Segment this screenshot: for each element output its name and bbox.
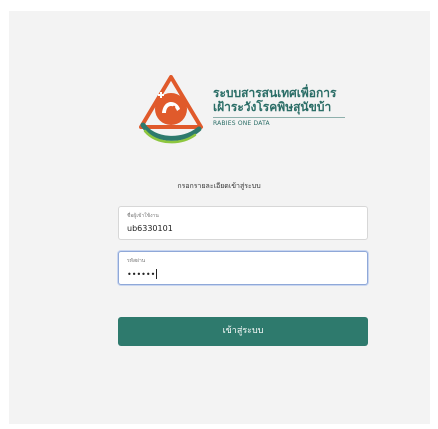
password-field[interactable]: รหัสผ่าน •••••• bbox=[118, 251, 368, 285]
text-caret bbox=[156, 269, 158, 279]
brand-title-line2: เฝ้าระวังโรคพิษสุนัขบ้า bbox=[213, 100, 332, 114]
brand-block: ระบบสารสนเทศเพื่อการ เฝ้าระวังโรคพิษสุนั… bbox=[213, 86, 363, 127]
password-label: รหัสผ่าน bbox=[127, 258, 146, 264]
username-value[interactable]: ub6330101 bbox=[127, 224, 173, 233]
form-heading: กรอกรายละเอียดเข้าสู่ระบบ bbox=[177, 182, 261, 190]
brand-divider bbox=[213, 117, 345, 118]
username-label: ชื่อผู้เข้าใช้งาน bbox=[127, 213, 159, 219]
username-field[interactable]: ชื่อผู้เข้าใช้งาน ub6330101 bbox=[118, 206, 368, 240]
password-value: •••••• bbox=[127, 270, 156, 279]
brand-title-line1: ระบบสารสนเทศเพื่อการ bbox=[213, 86, 337, 100]
login-button[interactable]: เข้าสู่ระบบ bbox=[118, 317, 368, 346]
rabies-logo bbox=[135, 75, 207, 147]
brand-subtitle: RABIES ONE DATA bbox=[213, 120, 270, 127]
password-value-wrap[interactable]: •••••• bbox=[127, 269, 158, 279]
